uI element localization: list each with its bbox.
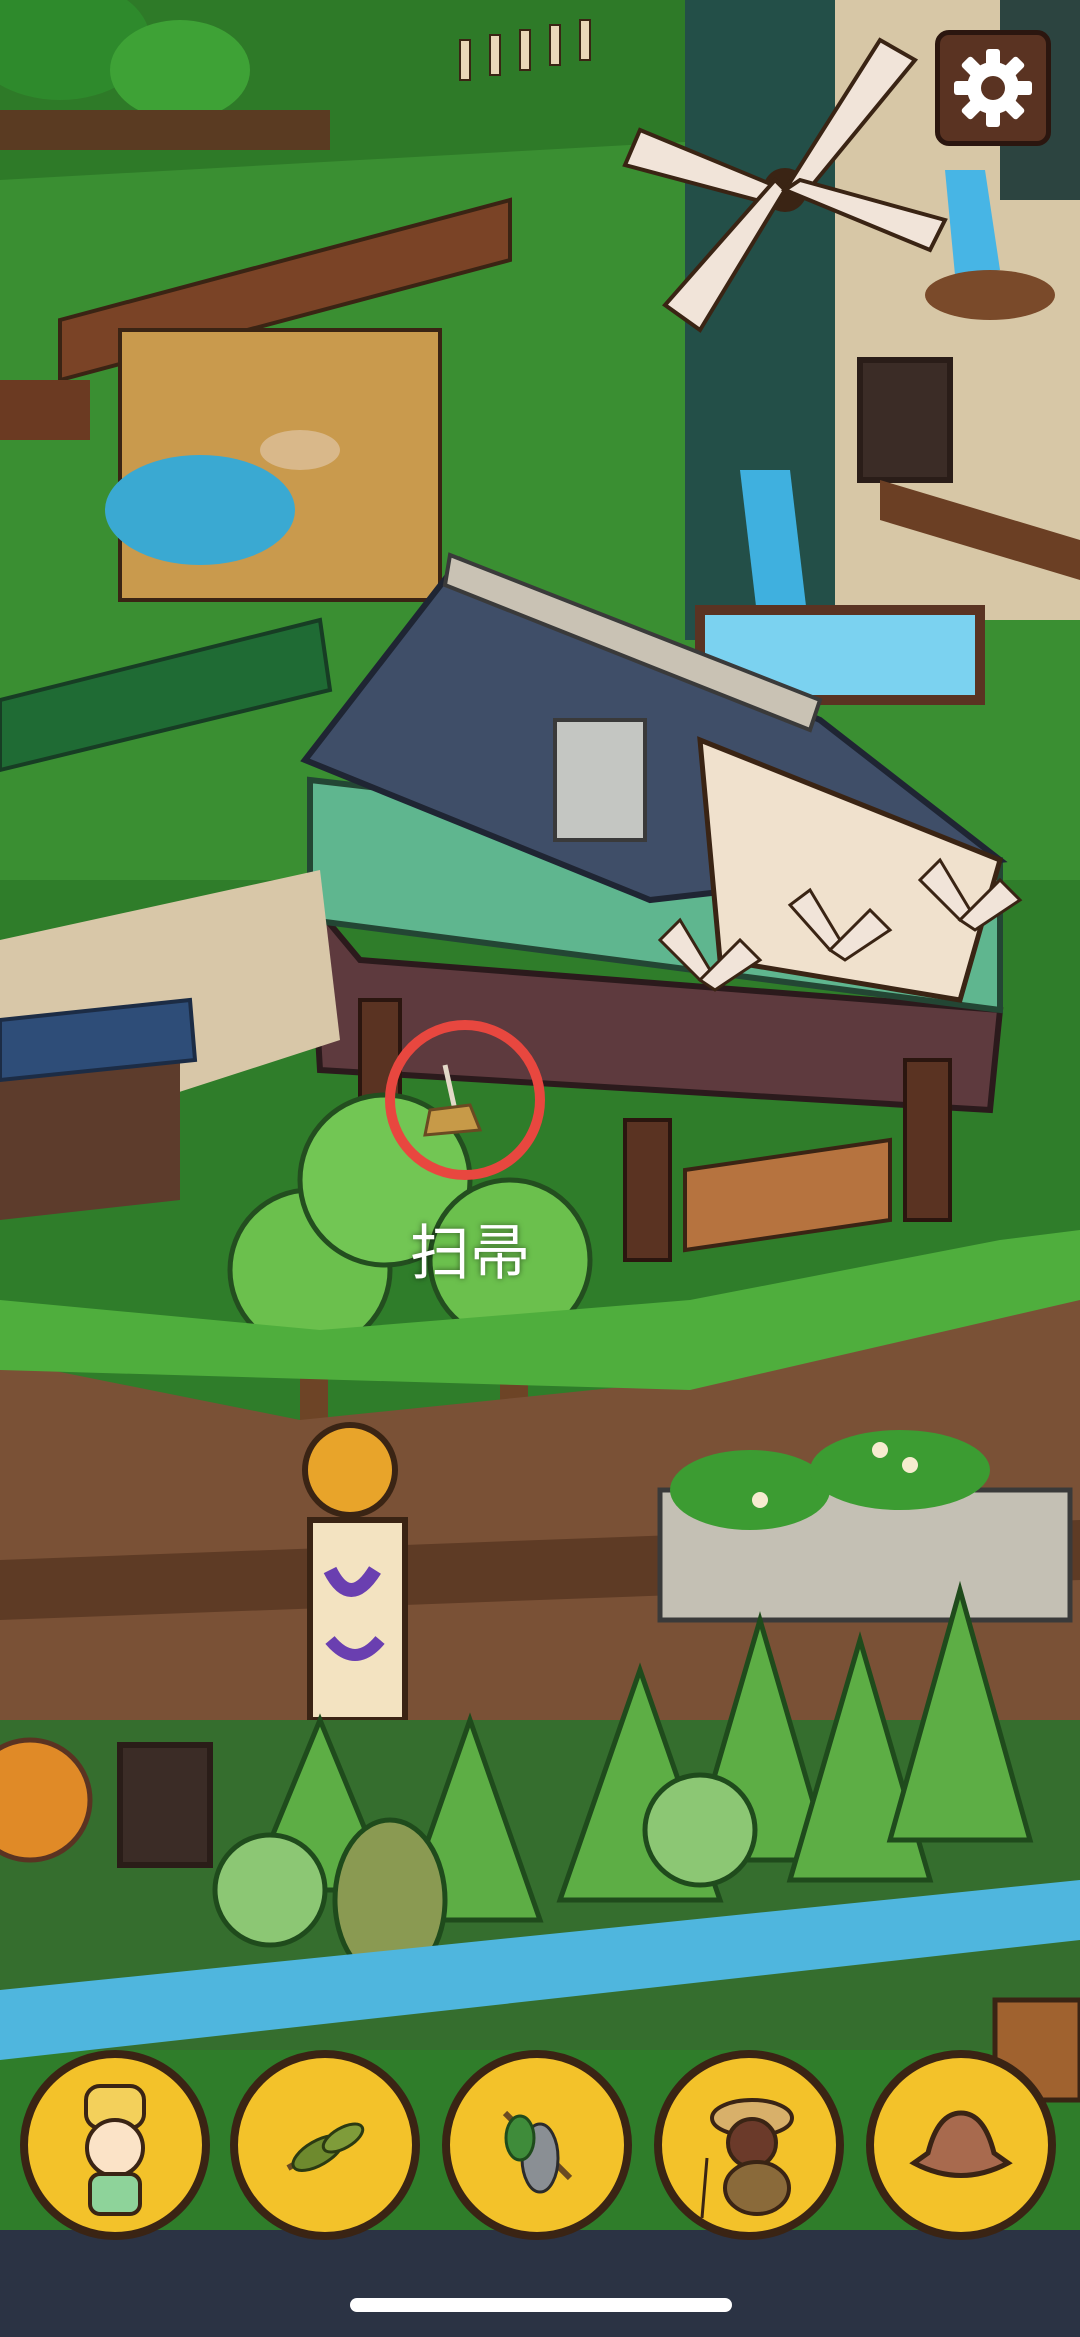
- gear-icon: [954, 49, 1032, 127]
- target-item-label: 扫帚: [410, 1219, 530, 1289]
- shop-sign: [302, 1422, 408, 1723]
- item-hotbar: [0, 2050, 1080, 2250]
- hotbar-slot-herbs[interactable]: [230, 2050, 420, 2240]
- hotbar-slot-fish[interactable]: [442, 2050, 632, 2240]
- settings-button[interactable]: [935, 30, 1051, 146]
- hotbar-slot-fisherman[interactable]: [654, 2050, 844, 2240]
- fisherman-character-icon: [700, 2098, 794, 2219]
- fish-on-stick-icon: [502, 2110, 573, 2194]
- hotbar-slot-chef[interactable]: [20, 2050, 210, 2240]
- herbs-bundle-icon: [286, 2122, 365, 2172]
- building-door: [857, 357, 953, 483]
- water-tub: [925, 270, 1055, 320]
- lower-door: [117, 1742, 213, 1868]
- brown-hat-icon: [909, 2110, 1013, 2178]
- home-indicator[interactable]: [350, 2298, 732, 2312]
- hotbar-slot-hat[interactable]: [866, 2050, 1056, 2240]
- chef-character-icon: [84, 2084, 146, 2216]
- game-scene[interactable]: [0, 0, 1080, 2337]
